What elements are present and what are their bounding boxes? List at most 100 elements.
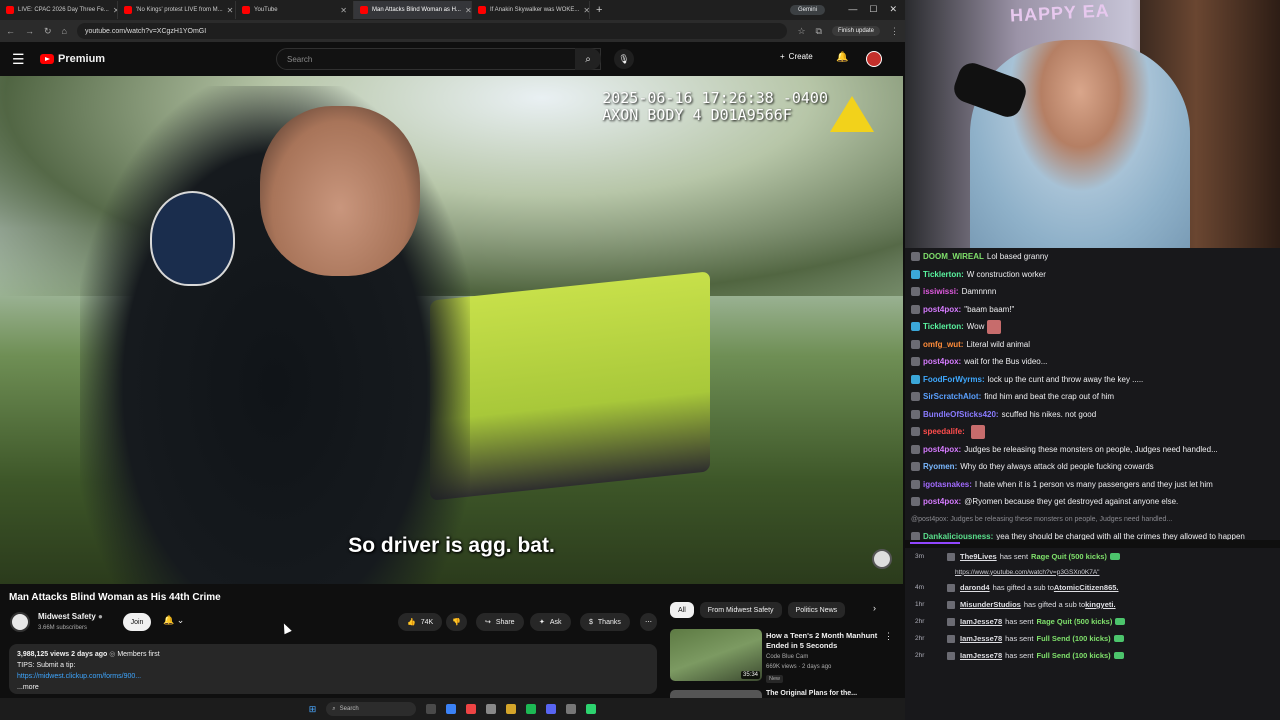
recommended-menu-icon[interactable]: ⋮ (884, 631, 893, 642)
close-window-icon[interactable]: ✕ (889, 4, 897, 15)
show-more-link[interactable]: ...more (17, 682, 649, 693)
chat-username[interactable]: post4pox: (923, 305, 961, 314)
app-icon[interactable] (486, 704, 497, 714)
forward-icon[interactable]: → (25, 26, 34, 36)
chat-username[interactable]: DOOM_WIREAL (923, 252, 984, 261)
search-icon[interactable]: ⌕ (575, 48, 601, 70)
browser-tab-active[interactable]: Man Attacks Blind Woman as H... ✕ (354, 1, 472, 19)
chip-all[interactable]: All (670, 602, 694, 618)
chat-username[interactable]: post4pox: (923, 357, 961, 366)
browser-tab[interactable]: YouTube ✕ (236, 1, 354, 19)
windows-start-icon[interactable]: ⊞ (309, 704, 317, 715)
share-button[interactable]: ↪ Share (476, 613, 524, 631)
event-recipient[interactable]: AtomicCitizen865. (1054, 583, 1119, 592)
chat-username[interactable]: FoodForWyrms: (923, 375, 985, 384)
description-box[interactable]: 3,988,125 views 2 days ago ◎ Members fir… (9, 644, 657, 694)
app-icon[interactable] (586, 704, 597, 714)
chat-username[interactable]: SirScratchAlot: (923, 392, 981, 401)
url-field[interactable]: youtube.com/watch?v=XCgzH1YOmGI (76, 23, 788, 39)
stream-chat: DOOM_WIREAL Lol based granny Ticklerton: W … (905, 248, 1280, 540)
chip-from-channel[interactable]: From Midwest Safety (699, 602, 782, 618)
chrome-icon[interactable] (466, 704, 477, 714)
recommended-thumbnail-2[interactable] (670, 690, 762, 698)
thanks-icon: $ (589, 618, 593, 626)
recommended-title-2[interactable]: The Original Plans for the... (766, 690, 857, 697)
event-action: has sent (1005, 634, 1034, 643)
chat-username[interactable]: BundleOfSticks420: (923, 410, 999, 419)
account-avatar[interactable] (866, 51, 882, 67)
youtube-premium-logo[interactable]: Premium (40, 53, 105, 65)
video-title: Man Attacks Blind Woman as His 44th Crim… (9, 592, 221, 603)
chevron-right-icon[interactable]: › (873, 603, 876, 613)
channel-avatar[interactable] (10, 612, 30, 632)
recommended-thumbnail[interactable]: 35:34 (670, 629, 762, 681)
create-button[interactable]: + Create (780, 52, 813, 61)
event-recipient[interactable]: kingyeti. (1085, 600, 1115, 609)
gemini-button[interactable]: Gemini (789, 5, 825, 15)
channel-name[interactable]: Midwest Safety ● (38, 612, 103, 621)
microphone-icon[interactable]: 🎙 (614, 49, 634, 69)
chat-username[interactable]: omfg_wut: (923, 340, 963, 349)
browser-tab[interactable]: If Anakin Skywalker was WOKE... ✕ (472, 1, 590, 19)
close-tab-icon[interactable]: ✕ (227, 6, 234, 15)
chat-username[interactable]: Ryomen: (923, 462, 957, 471)
event-user[interactable]: MisunderStudios (960, 600, 1021, 609)
home-icon[interactable]: ⌂ (62, 26, 67, 36)
chat-username[interactable]: Ticklerton: (923, 322, 964, 331)
description-link[interactable]: https://midwest.clickup.com/forms/900... (17, 671, 649, 682)
more-actions-icon[interactable]: ⋯ (640, 613, 657, 631)
task-view-icon[interactable] (426, 704, 437, 714)
chat-username[interactable]: Ticklerton: (923, 270, 964, 279)
close-tab-icon[interactable]: ✕ (340, 6, 347, 15)
event-user[interactable]: darond4 (960, 583, 990, 592)
spotify-icon[interactable] (526, 704, 537, 714)
browser-tab[interactable]: 'No Kings' protest LIVE from M... ✕ (118, 1, 236, 19)
ask-button[interactable]: ✦ Ask (530, 613, 571, 631)
video-player[interactable]: 2025-06-16 17:26:38 -0400 AXON BODY 4 D0… (0, 76, 903, 584)
recommendation-chips: All From Midwest Safety Politics News (670, 602, 846, 618)
notifications-bell-icon[interactable]: 🔔 (836, 52, 848, 63)
event-link[interactable]: https://www.youtube.com/watch?v=p3GSXn0K… (905, 565, 1280, 579)
taskbar-search[interactable]: ⌕ Search (326, 702, 417, 716)
browser-tab[interactable]: LIVE: CPAC 2026 Day Three Fe...✕ (0, 1, 118, 19)
event-user[interactable]: IamJesse78 (960, 617, 1002, 626)
chat-username[interactable]: post4pox: (923, 497, 961, 506)
extensions-icon[interactable]: ⧉ (816, 26, 822, 37)
chat-username[interactable]: igotasnakes: (923, 480, 972, 489)
back-icon[interactable]: ← (6, 26, 15, 36)
like-button[interactable]: 👍 74K (398, 613, 443, 631)
recommended-title[interactable]: How a Teen's 2 Month Manhunt Ended in 5 … (766, 631, 886, 651)
new-tab-icon[interactable]: + (590, 4, 608, 16)
folder-icon[interactable] (506, 704, 517, 714)
event-user[interactable]: The9Lives (960, 552, 997, 561)
chat-username[interactable]: post4pox: (923, 445, 961, 454)
subscribed-bell-icon[interactable]: 🔔 ⌄ (163, 615, 184, 626)
event-user[interactable]: IamJesse78 (960, 651, 1002, 660)
reload-icon[interactable]: ↻ (44, 26, 52, 37)
finish-update-button[interactable]: Finish update (831, 26, 880, 36)
bookmark-star-icon[interactable]: ☆ (797, 26, 805, 37)
chip-politics-news[interactable]: Politics News (787, 602, 846, 618)
maximize-icon[interactable]: ☐ (869, 4, 877, 15)
search-input[interactable]: Search (276, 48, 601, 70)
channel-watermark-icon[interactable] (872, 549, 892, 569)
minimize-icon[interactable]: — (848, 4, 857, 15)
event-user[interactable]: IamJesse78 (960, 634, 1002, 643)
gift-icon (1115, 618, 1126, 625)
chat-username[interactable]: Dankaliciousness: (923, 532, 993, 540)
activity-feed: 3m The9Lives has sent Rage Quit (500 kicks)… (905, 548, 1280, 720)
close-tab-icon[interactable]: ✕ (583, 6, 589, 15)
hamburger-menu-icon[interactable]: ☰ (12, 51, 40, 68)
browser-menu-icon[interactable]: ⋮ (890, 26, 899, 37)
app-icon[interactable] (566, 704, 577, 714)
user-badge-icon (911, 532, 920, 540)
edge-icon[interactable] (446, 704, 457, 714)
thanks-button[interactable]: $ Thanks (580, 613, 630, 631)
recommended-channel[interactable]: Code Blue Cam (766, 654, 808, 660)
join-button[interactable]: Join (123, 613, 151, 631)
chat-username[interactable]: speedalife: (923, 427, 965, 436)
chat-username[interactable]: issiwissi: (923, 287, 959, 296)
discord-icon[interactable] (546, 704, 557, 714)
dislike-button[interactable]: 👎 (446, 613, 467, 631)
close-tab-icon[interactable]: ✕ (465, 6, 471, 15)
